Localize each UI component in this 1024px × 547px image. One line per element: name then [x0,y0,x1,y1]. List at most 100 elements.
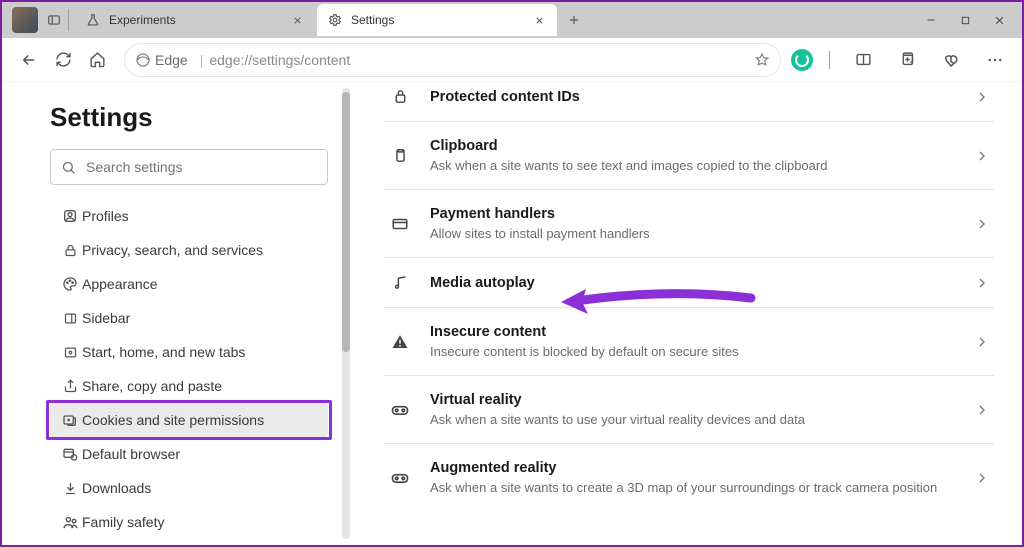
cookie-icon [58,412,82,428]
search-settings[interactable] [50,149,328,185]
menu-icon[interactable] [978,43,1012,77]
card-icon [388,215,412,233]
row-subtitle: Ask when a site wants to create a 3D map… [430,480,956,495]
profile-icon [58,208,82,224]
flask-icon [85,12,101,28]
sidebar-item-label: Appearance [82,276,158,292]
search-input[interactable] [86,159,317,175]
browser-icon [58,446,82,462]
back-button[interactable] [12,43,46,77]
new-tab-button[interactable] [559,5,589,35]
sidebar-item-label: Start, home, and new tabs [82,344,245,360]
profile-avatar[interactable] [12,7,38,33]
tab-label: Settings [351,13,531,27]
row-title: Augmented reality [430,460,956,476]
sidebar-item-label: Share, copy and paste [82,378,222,394]
tab-label: Experiments [109,13,289,27]
titlebar: Experiments Settings [2,2,1022,38]
row-title: Virtual reality [430,392,956,408]
row-insecure-content[interactable]: Insecure content Insecure content is bloc… [384,308,994,376]
sidebar-item-label: Cookies and site permissions [82,412,264,428]
row-title: Payment handlers [430,206,956,222]
window-close-button[interactable] [982,6,1016,34]
refresh-button[interactable] [46,43,80,77]
row-augmented-reality[interactable]: Augmented reality Ask when a site wants t… [384,444,994,511]
row-title: Media autoplay [430,275,956,291]
row-clipboard[interactable]: Clipboard Ask when a site wants to see te… [384,122,994,190]
split-screen-icon[interactable] [846,43,880,77]
row-title: Protected content IDs [430,89,956,105]
minimize-button[interactable] [914,6,948,34]
chevron-right-icon [974,148,990,164]
sidebar-item-appearance[interactable]: Appearance [50,267,328,301]
tab-actions-icon[interactable] [46,12,62,28]
toolbar: Edge | edge://settings/content [2,38,1022,82]
sidebar-item-label: Downloads [82,480,151,496]
favorite-icon[interactable] [754,52,770,68]
grammarly-icon[interactable] [791,49,813,71]
collections-icon[interactable] [890,43,924,77]
sidebar-item-cookies[interactable]: Cookies and site permissions [50,403,328,437]
close-icon[interactable] [289,12,305,28]
music-note-icon [388,274,412,291]
close-icon[interactable] [531,12,547,28]
row-virtual-reality[interactable]: Virtual reality Ask when a site wants to … [384,376,994,444]
row-subtitle: Insecure content is blocked by default o… [430,344,956,359]
chevron-right-icon [974,275,990,291]
sidebar-item-sidebar[interactable]: Sidebar [50,301,328,335]
chevron-right-icon [974,216,990,232]
browser-essentials-icon[interactable] [934,43,968,77]
new-tab-icon [58,345,82,360]
settings-main: Protected content IDs Clipboard Ask when … [356,82,1022,545]
people-icon [58,514,82,531]
sidebar-scrollbar[interactable] [342,88,350,539]
sidebar-item-family[interactable]: Family safety [50,505,328,539]
sidebar-item-downloads[interactable]: Downloads [50,471,328,505]
chevron-right-icon [974,402,990,418]
palette-icon [58,276,82,292]
row-title: Clipboard [430,138,956,154]
tab-experiments[interactable]: Experiments [75,4,315,36]
row-protected-content[interactable]: Protected content IDs [384,82,994,122]
sidebar-item-label: Family safety [82,514,164,530]
chevron-right-icon [974,470,990,486]
share-icon [58,379,82,394]
search-icon [61,160,76,175]
vr-icon [388,400,412,420]
maximize-button[interactable] [948,6,982,34]
sidebar-item-start[interactable]: Start, home, and new tabs [50,335,328,369]
row-payment-handlers[interactable]: Payment handlers Allow sites to install p… [384,190,994,258]
edge-label: Edge [155,52,188,68]
clipboard-icon [388,147,412,164]
sidebar-item-label: Sidebar [82,310,130,326]
sidebar-item-share[interactable]: Share, copy and paste [50,369,328,403]
edge-logo-icon [135,52,151,68]
address-bar[interactable]: Edge | edge://settings/content [124,43,781,77]
settings-sidebar: Settings Profiles Privacy, search, and s… [2,82,342,545]
row-subtitle: Allow sites to install payment handlers [430,226,956,241]
divider: | [200,52,204,68]
ar-icon [388,468,412,488]
chevron-right-icon [974,334,990,350]
row-subtitle: Ask when a site wants to see text and im… [430,158,956,173]
panel-icon [58,311,82,326]
row-subtitle: Ask when a site wants to use your virtua… [430,412,956,427]
lock-icon [388,88,412,105]
warning-icon [388,333,412,351]
sidebar-item-default-browser[interactable]: Default browser [50,437,328,471]
gear-icon [327,12,343,28]
divider [68,9,69,31]
home-button[interactable] [80,43,114,77]
page-title: Settings [50,102,328,133]
sidebar-item-label: Profiles [82,208,129,224]
sidebar-item-profiles[interactable]: Profiles [50,199,328,233]
download-icon [58,481,82,496]
lock-icon [58,243,82,258]
row-media-autoplay[interactable]: Media autoplay [384,258,994,308]
tab-settings[interactable]: Settings [317,4,557,36]
chevron-right-icon [974,89,990,105]
row-title: Insecure content [430,324,956,340]
sidebar-item-label: Privacy, search, and services [82,242,263,258]
scrollbar-thumb[interactable] [342,92,350,352]
sidebar-item-privacy[interactable]: Privacy, search, and services [50,233,328,267]
